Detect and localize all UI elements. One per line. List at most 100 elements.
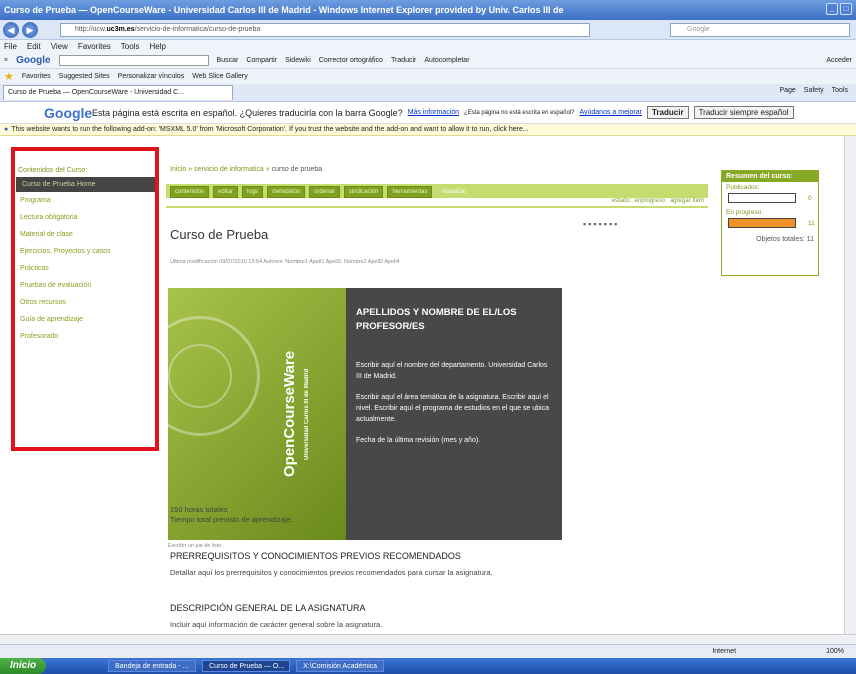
tab-contenidos[interactable]: contenidos (170, 186, 210, 198)
close-icon[interactable]: × (4, 57, 8, 64)
summary-title: Resumen del curso: (722, 171, 818, 182)
section-text-prereq: Detallar aquí los prerrequisitos y conoc… (170, 568, 493, 577)
gt-buscar[interactable]: Buscar (217, 57, 239, 64)
minimize-button[interactable]: _ (826, 3, 838, 15)
tab-logs[interactable]: logs (242, 186, 264, 198)
ocw-brand: OpenCourseWare (281, 350, 298, 478)
url-path: /servicio-de-informatica/curso-de-prueba (134, 26, 261, 33)
google-toolbar: × Google Buscar Compartir Sidewiki Corre… (0, 53, 856, 69)
total-objects: Objetos totales: 11 (756, 236, 814, 243)
gt-sidewiki[interactable]: Sidewiki (285, 57, 311, 64)
vertical-scrollbar[interactable] (844, 136, 856, 634)
forward-button[interactable]: ▶ (22, 21, 38, 38)
crumb-sep-2: » (265, 166, 270, 173)
gt-compartir[interactable]: Compartir (246, 57, 277, 64)
page-title: Curso de Prueba (170, 227, 269, 242)
crumb-servicio[interactable]: servicio de informatica (194, 166, 264, 173)
fav-suggested-sites[interactable]: Suggested Sites (59, 73, 110, 80)
menu-view[interactable]: View (51, 42, 68, 51)
menu-edit[interactable]: Edit (27, 42, 41, 51)
taskbar: Inicio Bandeja de entrada - ... Curso de… (0, 658, 856, 674)
browser-tab[interactable]: Curso de Prueba — OpenCourseWare - Unive… (3, 85, 233, 100)
maximize-button[interactable]: □ (840, 3, 852, 15)
url-prefix: http://ocw. (75, 26, 107, 33)
section-text-desc: Incluir aquí información de carácter gen… (170, 620, 383, 629)
address-field[interactable]: http://ocw.uc3m.es/servicio-de-informati… (60, 23, 590, 37)
gt-corrector[interactable]: Corrector ortográfico (319, 57, 383, 64)
horizontal-scrollbar[interactable] (0, 634, 856, 644)
star-icon[interactable]: ★ (4, 70, 14, 83)
university-seal-inner-icon (168, 344, 232, 408)
section-title-prereq: PRERREQUISITOS Y CONOCIMIENTOS PREVIOS R… (170, 551, 461, 561)
crumb-sep-1: » (188, 166, 193, 173)
status-bar: Internet 100% (0, 644, 856, 658)
breadcrumb: Inicio » servicio de informatica » curso… (170, 166, 322, 173)
crumb-inicio[interactable]: Inicio (170, 166, 186, 173)
cmd-tools[interactable]: Tools (832, 87, 848, 94)
favorites-bar: ★ Favorites Suggested Sites Personalizar… (0, 69, 856, 84)
start-button[interactable]: Inicio (0, 658, 47, 674)
fav-web-slice[interactable]: Web Slice Gallery (192, 73, 248, 80)
revision-date: Fecha de la última revisión (mes y año). (356, 437, 481, 444)
menu-file[interactable]: File (4, 42, 17, 51)
published-label: Publicados: (726, 184, 760, 191)
translate-button[interactable]: Traducir (646, 106, 689, 119)
published-bar (728, 193, 796, 203)
menu-help[interactable]: Help (149, 42, 165, 51)
info-icon: ● (4, 126, 9, 133)
tab-herramientas[interactable]: herramientas (387, 186, 433, 198)
tab-sindicacion[interactable]: sindicación (343, 186, 384, 198)
task-folder[interactable]: X:\Comisión Académica (296, 660, 385, 672)
fav-personalizar[interactable]: Personalizar vínculos (118, 73, 185, 80)
crumb-current: curso de prueba (271, 166, 323, 173)
task-browser[interactable]: Curso de Prueba — O... (202, 660, 291, 672)
cmd-safety[interactable]: Safety (804, 87, 824, 94)
edit-tabs: contenidos editar logs metadatos ordenar… (166, 184, 708, 198)
state-bar: estado:: enprogreso agregar ítem (166, 198, 708, 208)
professor-heading: APELLIDOS Y NOMBRE DE EL/LOS PROFESOR/ES (356, 307, 517, 332)
search-input[interactable]: Google (670, 23, 850, 37)
action-icons[interactable]: ▪▪▪▪▪▪▪ (583, 219, 619, 229)
course-summary: Resumen del curso: Publicados: 0 En prog… (721, 170, 819, 276)
banner-text: APELLIDOS Y NOMBRE DE EL/LOS PROFESOR/ES… (346, 288, 562, 540)
progress-label: En progreso: (726, 209, 764, 216)
tab-visualizar[interactable]: visualizar (436, 186, 472, 198)
back-button[interactable]: ◀ (3, 21, 19, 38)
cmd-page[interactable]: Page (779, 87, 795, 94)
menu-favorites[interactable]: Favorites (78, 42, 111, 51)
last-modified: Última modificación 09/07/2010 13:54 Aut… (170, 259, 400, 265)
more-info-link[interactable]: Más información (408, 109, 459, 116)
zone-label: Internet (712, 648, 737, 655)
progress-count: 11 (808, 220, 815, 228)
course-banner: OpenCourseWare Universidad Carlos III de… (168, 288, 562, 540)
gt-acceder[interactable]: Acceder (826, 57, 852, 64)
state-dropdown[interactable]: estado:: enprogreso (612, 198, 665, 204)
hours-total: 150 horas totales (170, 505, 228, 514)
info-text: This website wants to run the following … (11, 126, 529, 133)
translate-bar: Google Esta página está escrita en españ… (0, 102, 856, 124)
task-inbox[interactable]: Bandeja de entrada - ... (108, 660, 197, 672)
gt-traducir[interactable]: Traducir (391, 57, 416, 64)
tab-metadatos[interactable]: metadatos (267, 186, 306, 198)
hours-desc: Tiempo total previsto de aprendizaje. (170, 515, 293, 524)
translate-message: Esta página está escrita en español. ¿Qu… (92, 106, 794, 119)
tab-editar[interactable]: editar (213, 186, 239, 198)
information-bar[interactable]: ● This website wants to run the followin… (0, 124, 856, 136)
tab-ordenar[interactable]: ordenar (309, 186, 340, 198)
favorites-button[interactable]: Favorites (22, 73, 51, 80)
highlight-box (11, 147, 159, 451)
translate-text: Esta página está escrita en español. ¿Qu… (92, 107, 403, 118)
help-improve-link[interactable]: Ayúdanos a mejorar (579, 109, 642, 116)
gt-autocompletar[interactable]: Autocompletar (424, 57, 469, 64)
menu-tools[interactable]: Tools (121, 42, 140, 51)
translate-small: ¿Esta página no está escrita en español? (464, 109, 575, 116)
google-search-input[interactable] (58, 55, 209, 66)
ocw-university: Universidad Carlos III de Madrid (304, 368, 310, 460)
google-translate-logo: Google (44, 104, 93, 121)
command-bar: Page Safety Tools (779, 87, 848, 94)
add-item-dropdown[interactable]: agregar ítem (670, 198, 704, 204)
zoom-level[interactable]: 100% (826, 648, 844, 655)
url-host: uc3m.es (106, 26, 135, 33)
always-translate-button[interactable]: Traducir siempre español (693, 106, 794, 119)
subject-text: Escribir aquí el área temática de la asi… (356, 394, 549, 423)
